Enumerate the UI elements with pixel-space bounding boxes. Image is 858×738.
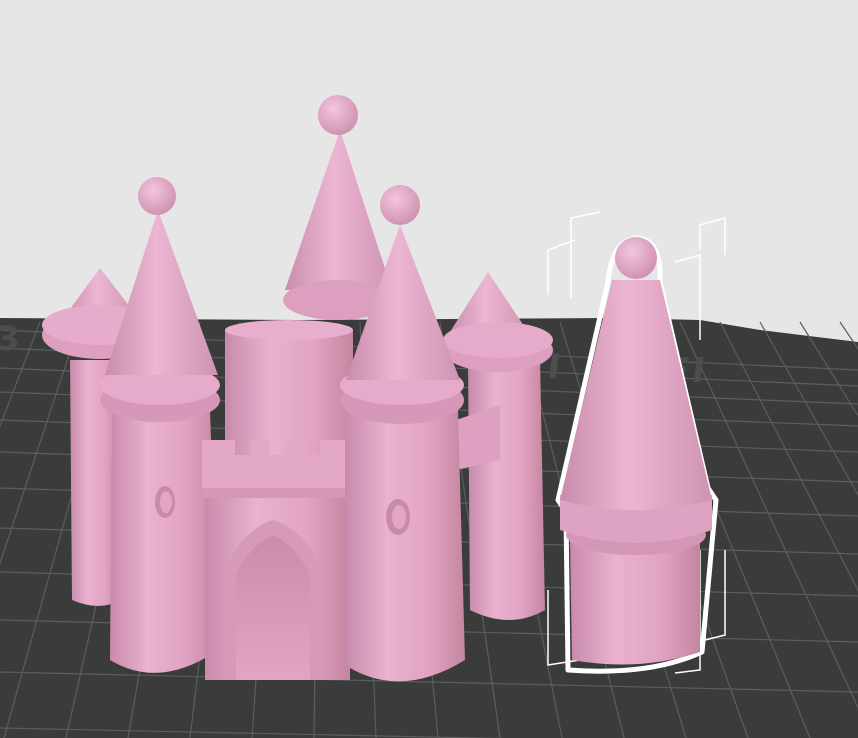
3d-viewport[interactable]: PEI PEI 3 bbox=[0, 0, 858, 738]
castle-tower-front-left[interactable] bbox=[100, 177, 220, 673]
bed-logo-left: 3 bbox=[0, 319, 23, 359]
scene-canvas[interactable]: PEI PEI 3 bbox=[0, 0, 858, 738]
castle-tower-back-center[interactable] bbox=[283, 95, 393, 320]
tower-model[interactable] bbox=[547, 211, 726, 674]
castle-gatehouse[interactable] bbox=[202, 440, 355, 680]
castle-keep[interactable] bbox=[225, 320, 353, 460]
castle-model[interactable] bbox=[42, 95, 553, 682]
